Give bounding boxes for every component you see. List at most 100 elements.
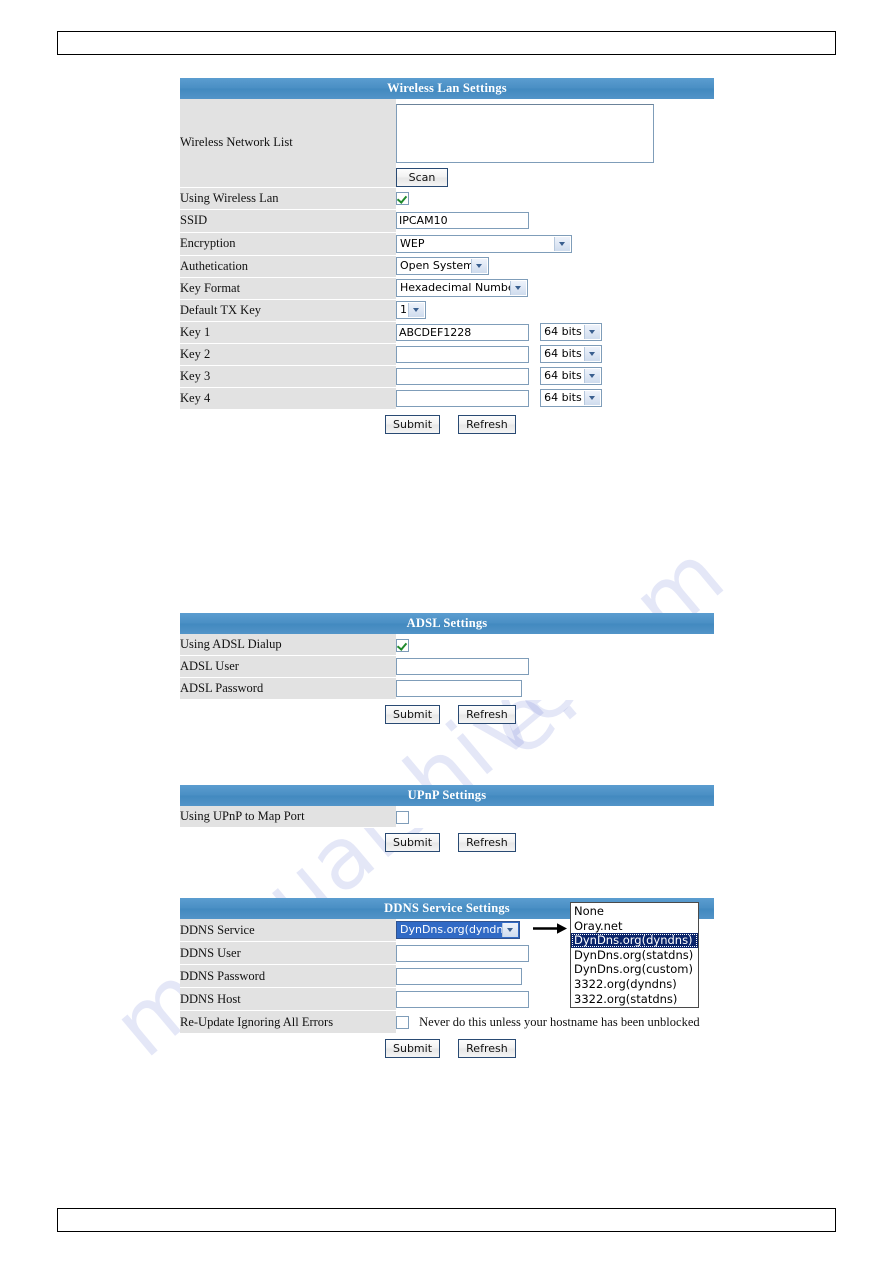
adsl-settings-title: ADSL Settings [180,613,714,634]
upnp-refresh-button[interactable]: Refresh [458,833,516,852]
ddns-password-label: DDNS Password [180,964,396,988]
upnp-settings-title: UPnP Settings [180,785,714,806]
scan-button[interactable]: Scan [396,168,448,187]
authetication-select[interactable]: Open System [396,257,489,275]
adsl-button-row: Submit Refresh [180,700,714,724]
ddns-submit-button[interactable]: Submit [385,1039,441,1058]
key-format-cell: Hexadecimal Number [396,277,714,299]
default-tx-key-label: Default TX Key [180,299,396,322]
chevron-down-icon [510,281,526,295]
using-adsl-dialup-cell [396,634,714,656]
wireless-network-list-label: Wireless Network List [180,99,396,188]
encryption-select[interactable]: WEP [396,234,572,253]
table-row: Using Wireless Lan [180,187,714,210]
chevron-down-icon [584,347,601,361]
table-row: Key 1 ABCDEF1228 64 bits [180,321,714,344]
ssid-input[interactable]: IPCAM10 [396,212,529,229]
wireless-refresh-button[interactable]: Refresh [458,414,516,434]
table-row: Using ADSL Dialup [180,634,714,656]
using-adsl-dialup-checkbox[interactable] [396,638,409,652]
ddns-service-select[interactable]: DynDns.org(dyndns) [396,921,520,940]
page-header-bar [57,31,836,55]
using-wireless-lan-checkbox[interactable] [396,192,409,206]
table-row: Wireless Network List Scan [180,99,714,188]
chevron-down-icon [584,369,601,383]
using-upnp-checkbox[interactable] [396,810,409,824]
table-row: Key 4 64 bits [180,387,714,410]
wireless-submit-button[interactable]: Submit [385,414,441,434]
using-wireless-lan-cell [396,187,714,209]
table-row: Using UPnP to Map Port [180,806,714,828]
key2-input[interactable] [396,345,529,363]
encryption-cell: WEP [396,232,714,255]
ddns-service-label: DDNS Service [180,919,396,942]
table-row: Key Format Hexadecimal Number [180,277,714,300]
upnp-settings-table: Using UPnP to Map Port [180,806,714,828]
encryption-label: Encryption [180,232,396,256]
ddns-button-row: Submit Refresh [180,1034,714,1058]
key4-cell: 64 bits [396,387,714,409]
ddns-host-input[interactable] [396,990,529,1008]
ddns-refresh-button[interactable]: Refresh [458,1039,516,1058]
authetication-cell: Open System [396,255,714,277]
adsl-password-input[interactable] [396,680,522,697]
ddns-service-dropdown-list[interactable]: None Oray.net DynDns.org(dyndns) DynDns.org… [570,902,699,1009]
key-format-label: Key Format [180,277,396,300]
ssid-cell: IPCAM10 [396,209,714,232]
dropdown-option[interactable]: 3322.org(dyndns) [571,977,698,992]
authetication-label: Authetication [180,255,396,278]
dropdown-option[interactable]: None [571,904,698,919]
ssid-label: SSID [180,209,396,233]
key3-bits-select[interactable]: 64 bits [540,367,603,385]
table-row: SSID IPCAM10 [180,209,714,233]
wireless-network-list-textarea[interactable] [396,104,654,163]
dropdown-option[interactable]: DynDns.org(statdns) [571,948,698,963]
encryption-select-value: WEP [400,236,425,250]
key4-bits-select[interactable]: 64 bits [540,389,603,407]
ddns-host-label: DDNS Host [180,987,396,1011]
ddns-user-input[interactable] [396,944,529,962]
wireless-lan-settings-title: Wireless Lan Settings [180,78,714,99]
key4-input[interactable] [396,389,529,407]
chevron-down-icon [502,923,518,938]
key1-bits-value: 64 bits [544,325,582,338]
adsl-settings-panel: ADSL Settings Using ADSL Dialup ADSL Use… [180,613,714,724]
key4-bits-value: 64 bits [544,391,582,404]
chevron-down-icon [584,391,601,405]
table-row: Re-Update Ignoring All Errors Never do t… [180,1010,714,1034]
upnp-button-row: Submit Refresh [180,828,714,852]
reupdate-checkbox[interactable] [396,1015,409,1029]
dropdown-option[interactable]: DynDns.org(dyndns) [571,933,698,948]
adsl-user-input[interactable] [396,658,529,675]
key2-label: Key 2 [180,343,396,366]
key3-label: Key 3 [180,365,396,388]
using-adsl-dialup-label: Using ADSL Dialup [180,634,396,656]
ddns-service-select-value: DynDns.org(dyndns) [400,923,514,937]
upnp-submit-button[interactable]: Submit [385,833,441,852]
default-tx-key-select[interactable]: 1 [396,301,426,319]
reupdate-cell: Never do this unless your hostname has b… [396,1010,714,1034]
table-row: Key 2 64 bits [180,343,714,366]
key2-bits-select[interactable]: 64 bits [540,345,603,363]
key1-cell: ABCDEF1228 64 bits [396,321,714,343]
adsl-refresh-button[interactable]: Refresh [458,705,516,724]
default-tx-key-cell: 1 [396,299,714,321]
adsl-user-cell [396,655,714,678]
ddns-password-input[interactable] [396,967,522,985]
adsl-settings-table: Using ADSL Dialup ADSL User ADSL Passwor… [180,634,714,700]
key1-input[interactable]: ABCDEF1228 [396,323,529,341]
key3-input[interactable] [396,367,529,385]
reupdate-label: Re-Update Ignoring All Errors [180,1010,396,1034]
key1-bits-select[interactable]: 64 bits [540,323,603,341]
authetication-select-value: Open System [400,259,474,272]
key4-label: Key 4 [180,387,396,410]
table-row: Encryption WEP [180,232,714,256]
dropdown-option[interactable]: DynDns.org(custom) [571,962,698,977]
wireless-lan-settings-table: Wireless Network List Scan Using Wireles… [180,99,714,410]
adsl-submit-button[interactable]: Submit [385,705,441,724]
dropdown-option[interactable]: Oray.net [571,919,698,934]
key-format-select-value: Hexadecimal Number [400,281,520,294]
key-format-select[interactable]: Hexadecimal Number [396,279,528,297]
table-row: Default TX Key 1 [180,299,714,322]
dropdown-option[interactable]: 3322.org(statdns) [571,992,698,1007]
